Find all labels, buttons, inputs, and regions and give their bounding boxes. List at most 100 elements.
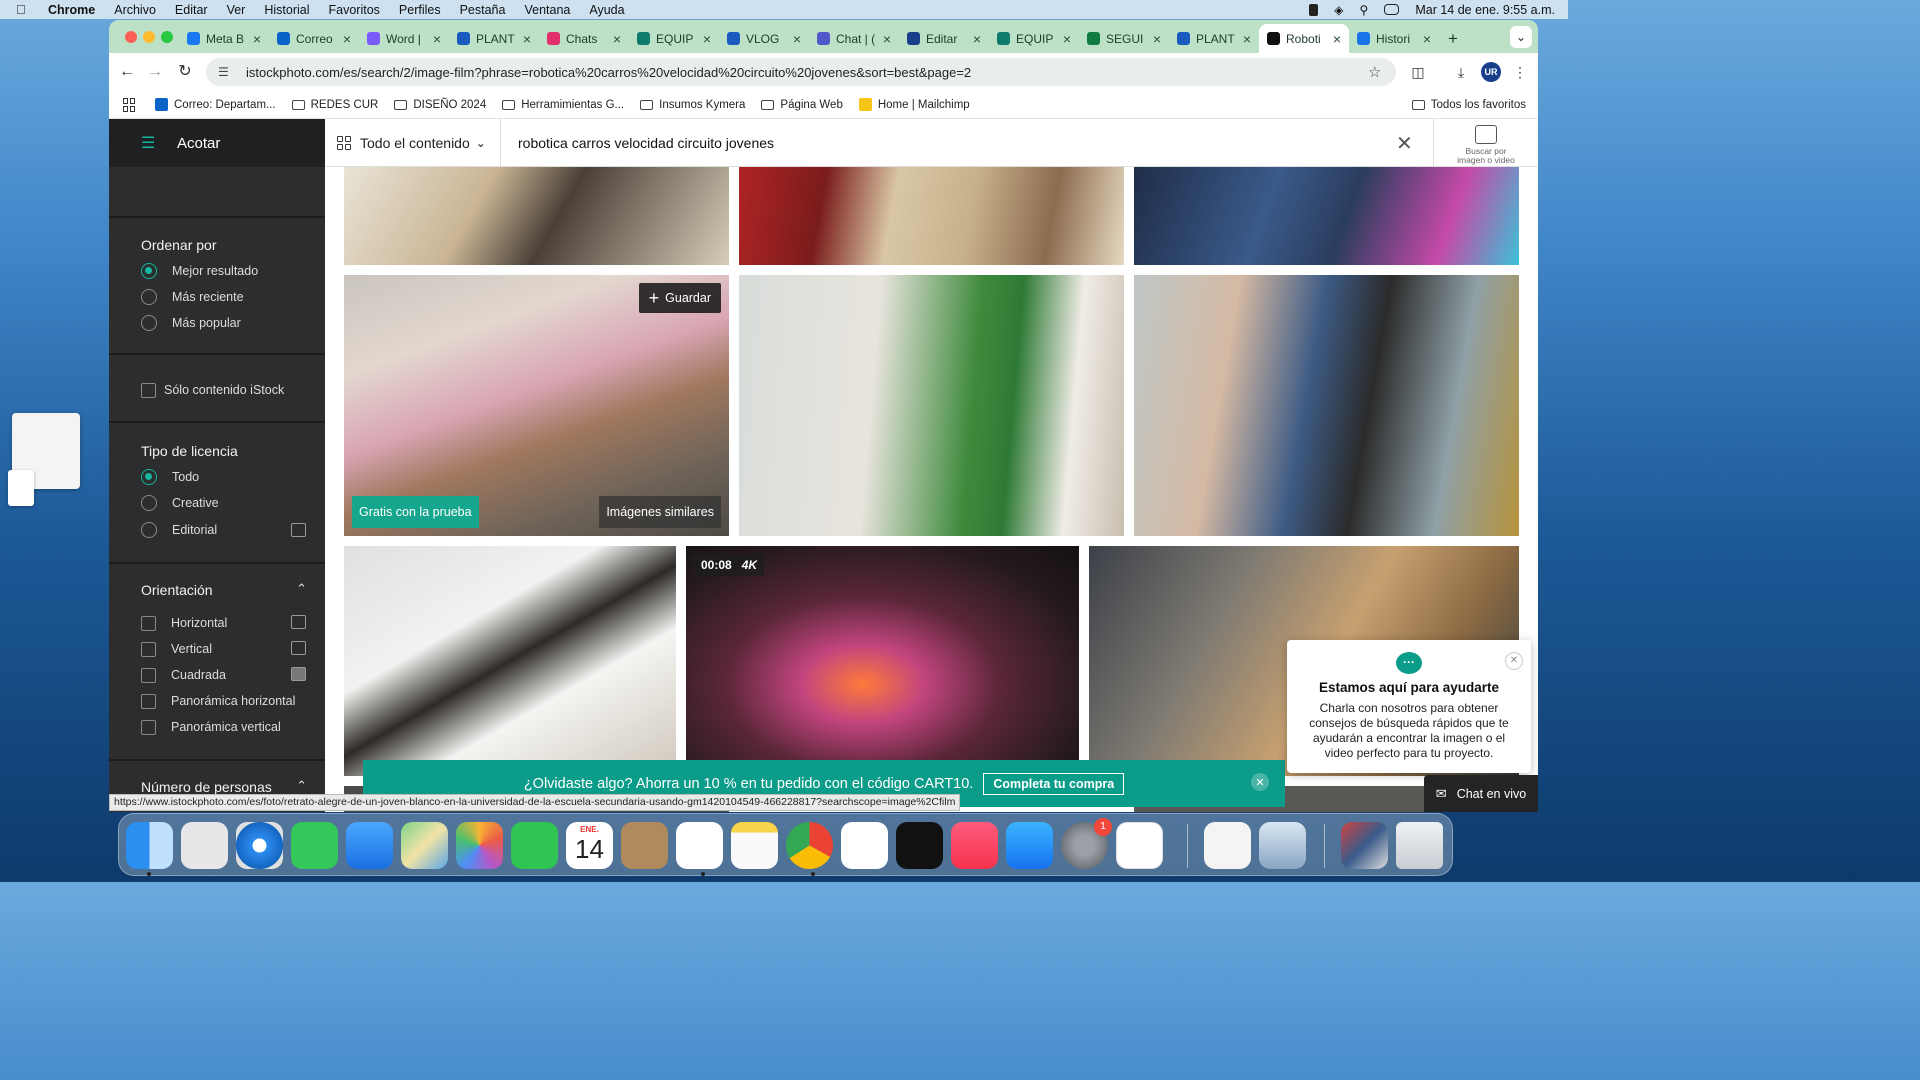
result-video[interactable]: 00:08 4K [686, 546, 1079, 776]
notes-icon[interactable] [731, 822, 778, 869]
sort-option-best[interactable]: Mejor resultado [141, 262, 258, 280]
browser-tab[interactable]: Chat | (× [809, 24, 899, 53]
collapse-orientation-icon[interactable]: ⌃ [296, 581, 307, 597]
menu-ver[interactable]: Ver [227, 3, 246, 17]
apps-grid-icon[interactable] [123, 97, 137, 112]
browser-tab[interactable]: Chats × [539, 24, 629, 53]
tab-close-icon[interactable]: × [703, 31, 711, 47]
license-option-all[interactable]: Todo [141, 468, 199, 486]
orientation-horizontal[interactable]: Horizontal [141, 614, 227, 632]
browser-tab[interactable]: Word | × [359, 24, 449, 53]
license-option-editorial[interactable]: Editorial [141, 521, 217, 539]
textedit-icon[interactable] [1204, 822, 1251, 869]
bookmark-item[interactable]: Herramimientas G... [502, 98, 624, 111]
downloads-icon[interactable]: ⤓ [1451, 62, 1471, 82]
new-tab-button[interactable]: + [1439, 24, 1467, 53]
browser-tab[interactable]: VLOG × [719, 24, 809, 53]
browser-tab[interactable]: SEGUI × [1079, 24, 1169, 53]
preview-icon[interactable] [1259, 822, 1306, 869]
browser-tab[interactable]: Correo × [269, 24, 359, 53]
tab-close-icon[interactable]: × [793, 31, 801, 47]
desktop-window-thumbnail[interactable] [8, 413, 80, 506]
tab-close-icon[interactable]: × [1333, 31, 1341, 47]
messages-icon[interactable] [291, 822, 338, 869]
checkbox[interactable] [141, 382, 156, 398]
music-icon[interactable] [951, 822, 998, 869]
freeform-icon[interactable] [841, 822, 888, 869]
license-option-creative[interactable]: Creative [141, 494, 219, 512]
tab-close-icon[interactable]: × [523, 31, 531, 47]
close-icon[interactable]: ✕ [1251, 773, 1269, 791]
result-image[interactable]: + Guardar Gratis con la prueba Imágenes s… [344, 275, 729, 536]
radio-selected[interactable] [141, 469, 157, 485]
browser-menu-icon[interactable]: ⋮ [1510, 62, 1530, 82]
collapse-people-icon[interactable]: ⌃ [296, 778, 307, 794]
launchpad-icon[interactable] [181, 822, 228, 869]
result-image[interactable] [344, 546, 676, 776]
save-button[interactable]: + Guardar [638, 283, 721, 313]
orientation-panoramic-vertical[interactable]: Panorámica vertical [141, 718, 281, 736]
tab-close-icon[interactable]: × [343, 31, 351, 47]
result-image[interactable] [739, 275, 1124, 536]
checkbox[interactable] [141, 719, 156, 735]
similar-images-button[interactable]: Imágenes similares [599, 496, 721, 528]
apple-menu-icon[interactable]:  [16, 2, 32, 17]
tab-close-icon[interactable]: × [1243, 31, 1251, 47]
radio-selected[interactable] [141, 263, 157, 279]
trash-icon[interactable] [1396, 822, 1443, 869]
browser-tab[interactable]: PLANT × [449, 24, 539, 53]
all-bookmarks[interactable]: Todos los favoritos [1411, 99, 1526, 111]
tab-search-button[interactable]: ⌄ [1510, 26, 1532, 48]
photos-icon[interactable] [456, 822, 503, 869]
menu-perfiles[interactable]: Perfiles [399, 3, 441, 17]
control-center-icon[interactable] [1384, 4, 1400, 15]
tab-close-icon[interactable]: × [1423, 31, 1431, 47]
radio[interactable] [141, 315, 157, 331]
address-bar[interactable]: ☰ istockphoto.com/es/search/2/image-film… [206, 58, 1396, 86]
checkbox[interactable] [141, 641, 156, 657]
contacts-icon[interactable] [621, 822, 668, 869]
profile-avatar[interactable]: UR [1481, 62, 1501, 82]
orientation-square[interactable]: Cuadrada [141, 666, 226, 684]
tab-close-icon[interactable]: × [253, 31, 261, 47]
menu-app-name[interactable]: Chrome [48, 3, 95, 17]
browser-tab[interactable]: Editar × [899, 24, 989, 53]
forward-button[interactable]: → [145, 62, 165, 82]
browser-tab[interactable]: Histori × [1349, 24, 1439, 53]
browser-tab[interactable]: EQUIP × [989, 24, 1079, 53]
checkbox[interactable] [141, 693, 156, 709]
bookmark-item[interactable]: Página Web [761, 98, 843, 111]
menu-historial[interactable]: Historial [264, 3, 309, 17]
back-button[interactable]: ← [117, 62, 137, 82]
bookmark-item[interactable]: Correo: Departam... [155, 98, 276, 111]
browser-tab[interactable]: Meta B × [179, 24, 269, 53]
system-settings-icon[interactable]: 1 [1061, 818, 1112, 869]
radio[interactable] [141, 522, 157, 538]
istock-only-filter[interactable]: Sólo contenido iStock [141, 381, 284, 399]
menu-datetime[interactable]: Mar 14 de ene. 9:55 a.m. [1415, 3, 1555, 17]
menu-editar[interactable]: Editar [175, 3, 208, 17]
phone-icon[interactable] [1309, 3, 1319, 16]
close-icon[interactable]: ✕ [1505, 652, 1523, 670]
bookmark-item[interactable]: REDES CUR [291, 98, 378, 111]
tab-close-icon[interactable]: × [973, 31, 981, 47]
live-chat-button[interactable]: ✉ Chat en vivo [1424, 775, 1538, 812]
result-image[interactable] [1134, 275, 1519, 536]
desktop-mini-thumbnail[interactable] [8, 470, 34, 506]
calendar-icon[interactable]: ENE. 14 [566, 822, 613, 869]
reminders-icon[interactable] [676, 822, 723, 869]
filter-header[interactable]: ☰ Acotar [109, 119, 325, 167]
menu-pestana[interactable]: Pestaña [460, 3, 506, 17]
apple-tv-icon[interactable] [896, 822, 943, 869]
bookmark-item[interactable]: Home | Mailchimp [858, 98, 970, 111]
bookmark-item[interactable]: Insumos Kymera [640, 98, 745, 111]
wifi-icon[interactable]: ◈ [1334, 3, 1343, 17]
zoom-window-button[interactable] [161, 31, 173, 43]
tab-close-icon[interactable]: × [1063, 31, 1071, 47]
minimize-window-button[interactable] [143, 31, 155, 43]
browser-tab[interactable]: EQUIP × [629, 24, 719, 53]
sort-option-popular[interactable]: Más popular [141, 314, 241, 332]
finder-icon[interactable] [126, 822, 173, 869]
content-type-dropdown[interactable]: Todo el contenido ⌄ [337, 119, 486, 167]
menu-ayuda[interactable]: Ayuda [589, 3, 624, 17]
